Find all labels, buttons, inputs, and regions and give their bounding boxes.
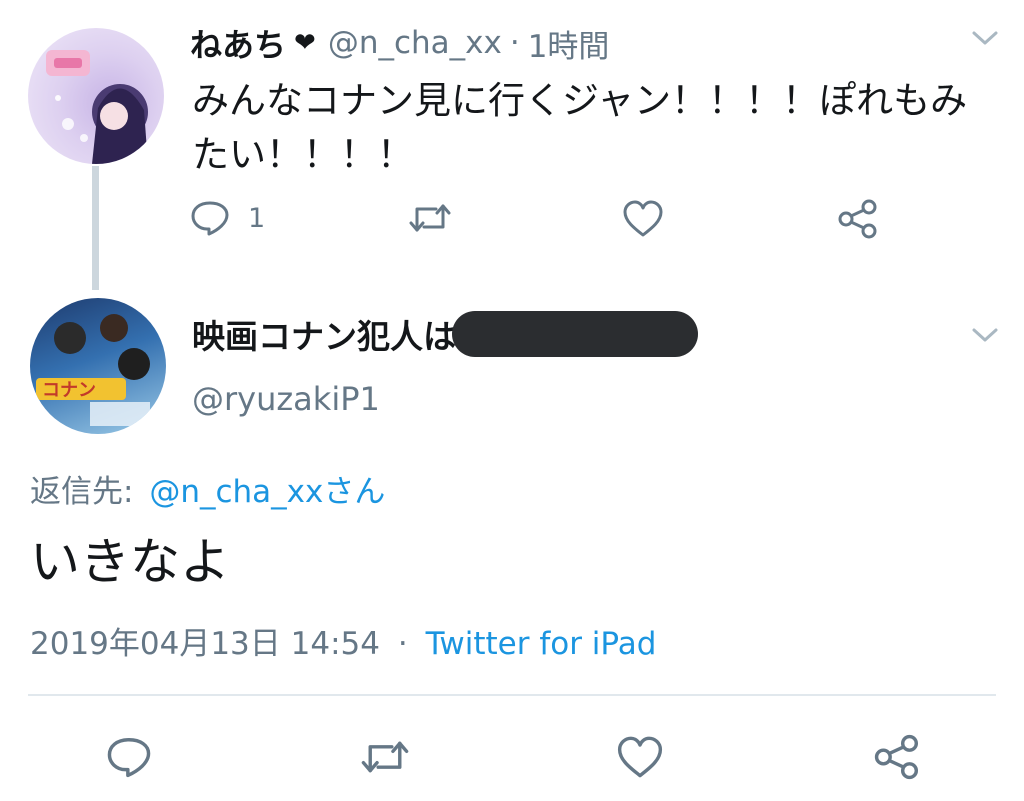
reply-prefix: 返信先:	[30, 474, 134, 510]
main-avatar[interactable]: コナン	[30, 298, 166, 434]
heart-icon	[617, 736, 663, 778]
main-handle[interactable]: @ryuzakiP1	[192, 380, 380, 418]
main-tweet-text: いきなよ	[30, 533, 230, 591]
anime-girl-avatar-icon	[46, 50, 148, 164]
main-display-name[interactable]: 映画コナン犯人は	[192, 310, 456, 358]
parent-handle[interactable]: @n_cha_xx	[328, 25, 502, 61]
meta-separator: ·	[397, 626, 408, 662]
reply-context: 返信先: @n_cha_xxさん	[30, 466, 385, 511]
name-redaction-bar	[452, 311, 698, 357]
reply-icon	[191, 201, 229, 236]
tweet-date[interactable]: 2019年04月13日 14:54	[30, 626, 380, 662]
main-reply-button[interactable]	[106, 736, 152, 778]
parent-avatar[interactable]	[28, 28, 164, 164]
main-like-button[interactable]	[616, 736, 664, 779]
heart-badge-icon: ❤	[294, 28, 316, 58]
separator: ·	[509, 25, 520, 61]
parent-retweet-button[interactable]	[408, 200, 452, 236]
tweet-meta: 2019年04月13日 14:54 · Twitter for iPad	[30, 618, 656, 663]
tweet-source-link[interactable]: Twitter for iPad	[426, 626, 657, 662]
main-chevron-down-icon[interactable]	[970, 325, 1000, 345]
share-icon	[838, 199, 877, 239]
parent-share-button[interactable]	[836, 198, 880, 240]
retweet-icon	[409, 204, 451, 232]
heart-icon	[623, 200, 663, 237]
conan-movie-avatar-icon: コナン	[36, 314, 150, 426]
reply-icon	[107, 738, 151, 778]
divider	[28, 694, 996, 696]
parent-like-button[interactable]	[622, 200, 664, 238]
main-share-button[interactable]	[872, 733, 922, 781]
parent-display-name[interactable]: ねあち	[190, 20, 286, 66]
parent-chevron-down-icon[interactable]	[970, 28, 1000, 48]
thread-line	[92, 166, 99, 290]
parent-reply-button[interactable]: 1	[190, 200, 265, 236]
retweet-icon	[361, 741, 409, 773]
svg-text:コナン: コナン	[42, 380, 96, 401]
main-display-name-row: 映画コナン犯人は	[192, 310, 698, 358]
parent-tweet-header: ねあち ❤ @n_cha_xx · 1時間	[190, 20, 609, 66]
reply-to-link[interactable]: @n_cha_xxさん	[149, 474, 385, 510]
main-retweet-button[interactable]	[360, 736, 410, 778]
reply-count: 1	[248, 202, 266, 234]
share-icon	[874, 734, 919, 780]
parent-timestamp[interactable]: 1時間	[528, 21, 610, 66]
parent-tweet-text: みんなコナン見に行くジャン！！！！ぽれもみたい！！！！	[192, 79, 968, 176]
